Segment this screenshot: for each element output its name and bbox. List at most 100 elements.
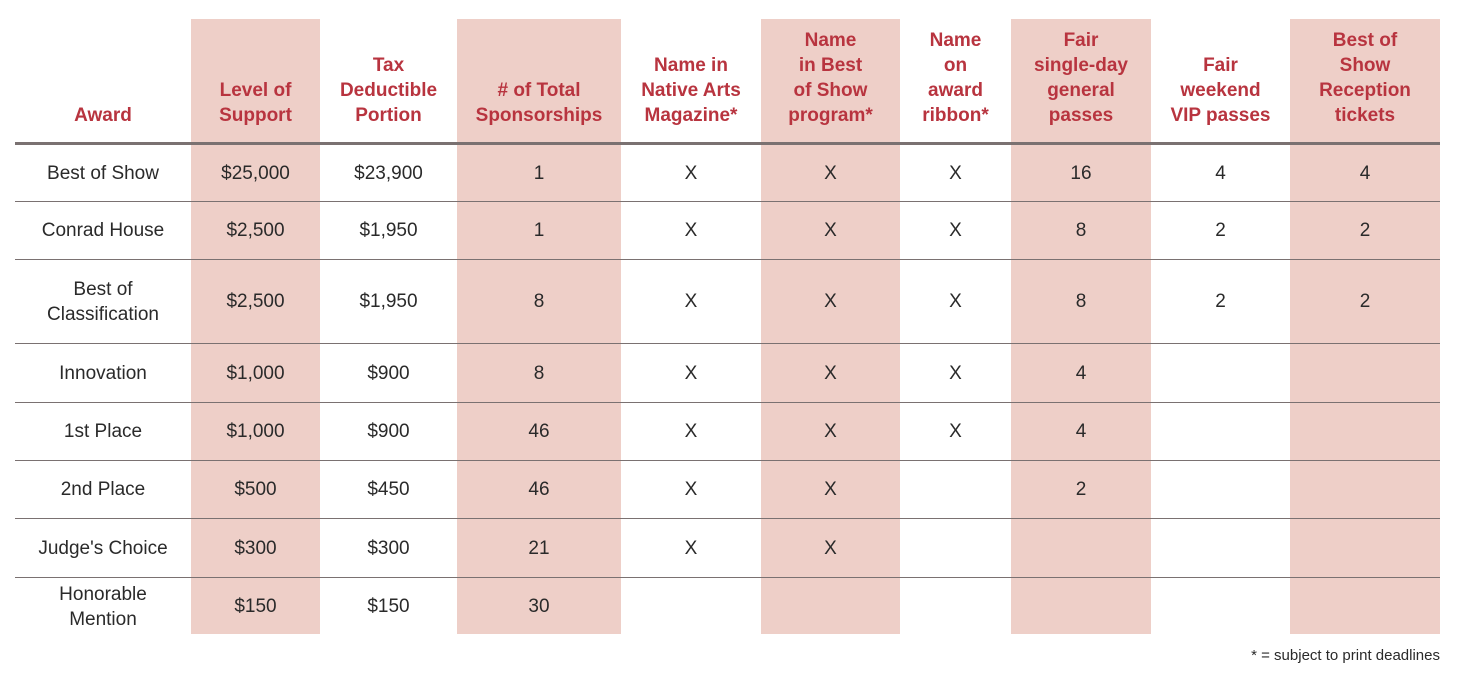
cell-program: X bbox=[761, 402, 900, 461]
cell-ribbon: X bbox=[900, 201, 1011, 260]
header-line: on bbox=[943, 55, 968, 76]
sponsorship-table: Award Level of Support Tax Deductible Portion… bbox=[15, 19, 1440, 636]
award-line: Conrad House bbox=[41, 220, 165, 241]
column-header-general: Fair single-day general passes bbox=[1011, 19, 1151, 145]
cell-magazine: X bbox=[621, 518, 761, 578]
header-line: Name bbox=[929, 30, 982, 51]
header-line: VIP passes bbox=[1170, 105, 1271, 126]
cell-level: $500 bbox=[191, 460, 320, 519]
award-line: Best of bbox=[73, 278, 133, 300]
cell-program: X bbox=[761, 201, 900, 260]
award-name: Judge's Choice bbox=[15, 518, 191, 578]
column-header-tax: Tax Deductible Portion bbox=[320, 19, 457, 145]
award-name: 2nd Place bbox=[15, 460, 191, 519]
cell-magazine: X bbox=[621, 143, 761, 202]
cell-total: 8 bbox=[457, 343, 621, 403]
header-row: Award Level of Support Tax Deductible Portion… bbox=[15, 19, 1440, 145]
cell-level: $1,000 bbox=[191, 343, 320, 403]
header-line: Deductible bbox=[339, 80, 438, 101]
table-row: 1st Place $1,000 $900 46 X X X 4 bbox=[15, 402, 1440, 461]
header-line: in Best bbox=[798, 55, 863, 76]
cell-ribbon: X bbox=[900, 259, 1011, 344]
cell-level: $25,000 bbox=[191, 143, 320, 202]
award-line: 2nd Place bbox=[60, 479, 146, 500]
cell-vip bbox=[1151, 460, 1290, 519]
table-row: Conrad House $2,500 $1,950 1 X X X 8 2 2 bbox=[15, 201, 1440, 260]
header-line: weekend bbox=[1180, 80, 1261, 101]
cell-total: 46 bbox=[457, 402, 621, 461]
cell-total: 46 bbox=[457, 460, 621, 519]
award-line: Innovation bbox=[59, 362, 147, 384]
header-line: Portion bbox=[355, 105, 422, 126]
cell-general: 2 bbox=[1011, 460, 1151, 519]
cell-level: $2,500 bbox=[191, 201, 320, 260]
cell-ribbon bbox=[900, 518, 1011, 578]
header-line: Magazine* bbox=[644, 105, 738, 126]
award-line: Honorable bbox=[59, 583, 147, 605]
header-line: general bbox=[1047, 80, 1115, 101]
cell-level: $2,500 bbox=[191, 259, 320, 344]
award-line: Classification bbox=[47, 303, 159, 325]
cell-ribbon: X bbox=[900, 402, 1011, 461]
header-line: Sponsorships bbox=[475, 105, 603, 126]
header-line: tickets bbox=[1334, 105, 1396, 126]
cell-reception bbox=[1290, 460, 1440, 519]
column-header-program: Name in Best of Show program* bbox=[761, 19, 900, 145]
column-header-total: # of Total Sponsorships bbox=[457, 19, 621, 145]
cell-ribbon: X bbox=[900, 143, 1011, 202]
header-line: Show bbox=[1339, 55, 1391, 76]
cell-program: X bbox=[761, 259, 900, 344]
column-header-reception: Best of Show Reception tickets bbox=[1290, 19, 1440, 145]
header-line: Fair bbox=[1063, 30, 1099, 51]
cell-tax: $900 bbox=[320, 402, 457, 461]
cell-program: X bbox=[761, 518, 900, 578]
cell-ribbon bbox=[900, 578, 1011, 636]
header-line: of Show bbox=[793, 80, 868, 101]
table-row: Best of Show $25,000 $23,900 1 X X X 16 4 4 bbox=[15, 143, 1440, 202]
table-row: 2nd Place $500 $450 46 X X 2 bbox=[15, 460, 1440, 519]
cell-reception bbox=[1290, 343, 1440, 403]
cell-magazine: X bbox=[621, 343, 761, 403]
header-line: Support bbox=[219, 105, 292, 126]
cell-total: 1 bbox=[457, 201, 621, 260]
cell-tax: $1,950 bbox=[320, 201, 457, 260]
cell-tax: $150 bbox=[367, 596, 410, 618]
header-line: passes bbox=[1048, 105, 1114, 126]
cell-general bbox=[1011, 518, 1151, 578]
cell-magazine: X bbox=[621, 460, 761, 519]
award-line: Best of Show bbox=[47, 162, 159, 184]
cell-level: $1,000 bbox=[191, 402, 320, 461]
award-line: 1st Place bbox=[63, 421, 143, 442]
award-name: Innovation bbox=[15, 343, 191, 403]
table-row: Best of Classification $2,500 $1,950 8 X X X 8 2 2 bbox=[15, 259, 1440, 344]
table-row: Judge's Choice $300 $300 21 X X bbox=[15, 518, 1440, 578]
header-line: # of Total bbox=[497, 80, 581, 101]
header-line: ribbon* bbox=[922, 105, 989, 126]
cell-vip: 2 bbox=[1151, 259, 1290, 344]
award-name: 1st Place bbox=[15, 402, 191, 461]
column-header-magazine: Name in Native Arts Magazine* bbox=[621, 19, 761, 145]
column-header-level: Level of Support bbox=[191, 19, 320, 145]
cell-vip bbox=[1151, 402, 1290, 461]
cell-total: 1 bbox=[457, 143, 621, 202]
cell-vip: 4 bbox=[1151, 143, 1290, 202]
cell-tax: $1,950 bbox=[320, 259, 457, 344]
cell-vip: 2 bbox=[1151, 201, 1290, 260]
cell-magazine bbox=[621, 578, 761, 636]
cell-reception: 2 bbox=[1290, 201, 1440, 260]
header-line: award bbox=[928, 80, 983, 101]
cell-tax: $23,900 bbox=[320, 143, 457, 202]
cell-total: 30 bbox=[528, 596, 550, 618]
cell-level: $300 bbox=[191, 518, 320, 578]
cell-general: 8 bbox=[1011, 201, 1151, 260]
cell-program: X bbox=[761, 143, 900, 202]
award-name: Honorable Mention bbox=[15, 578, 191, 636]
header-line: Tax bbox=[372, 55, 405, 76]
cell-reception bbox=[1290, 578, 1440, 636]
cell-level: $150 bbox=[234, 596, 277, 618]
cell-ribbon: X bbox=[900, 343, 1011, 403]
header-line: Native Arts bbox=[641, 80, 741, 101]
award-name: Best of Classification bbox=[15, 259, 191, 344]
cell-magazine: X bbox=[621, 402, 761, 461]
column-header-award: Award bbox=[15, 19, 191, 145]
